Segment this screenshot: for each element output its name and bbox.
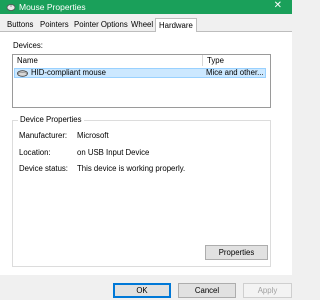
devices-label: Devices:: [13, 41, 43, 50]
tab-hardware[interactable]: Hardware: [155, 18, 197, 32]
device-name: HID-compliant mouse: [31, 68, 106, 77]
tab-pointers[interactable]: Pointers: [40, 19, 69, 31]
device-row-hid-mouse[interactable]: HID-compliant mouse Mice and other...: [14, 68, 266, 78]
mouse-icon: [17, 70, 28, 77]
apply-button[interactable]: Apply: [243, 283, 292, 298]
cancel-button[interactable]: Cancel: [178, 283, 236, 298]
device-status-value: This device is working properly.: [77, 164, 186, 173]
properties-button[interactable]: Properties: [205, 245, 268, 260]
column-header-name[interactable]: Name: [13, 55, 203, 66]
manufacturer-label: Manufacturer:: [19, 131, 68, 140]
devices-list[interactable]: Name Type HID-compliant mouse Mice and o…: [12, 54, 271, 108]
location-value: on USB Input Device: [77, 148, 150, 157]
ok-button[interactable]: OK: [113, 283, 171, 298]
window-title: Mouse Properties: [19, 2, 86, 12]
close-button[interactable]: ✕: [274, 0, 282, 12]
tab-pointer-options[interactable]: Pointer Options: [74, 19, 128, 31]
device-properties-title: Device Properties: [18, 115, 84, 125]
tab-buttons[interactable]: Buttons: [7, 19, 33, 31]
location-label: Location:: [19, 148, 51, 157]
column-header-type[interactable]: Type: [203, 55, 270, 66]
tab-wheel[interactable]: Wheel: [131, 19, 153, 31]
manufacturer-value: Microsoft: [77, 131, 109, 140]
device-status-label: Device status:: [19, 164, 68, 173]
devices-list-header: Name Type: [13, 55, 270, 66]
title-bar[interactable]: Mouse Properties ✕: [0, 0, 292, 14]
tab-strip: Buttons Pointers Pointer Options Wheel H…: [0, 14, 292, 32]
mouse-icon: [6, 4, 16, 11]
device-type: Mice and other...: [206, 68, 264, 77]
